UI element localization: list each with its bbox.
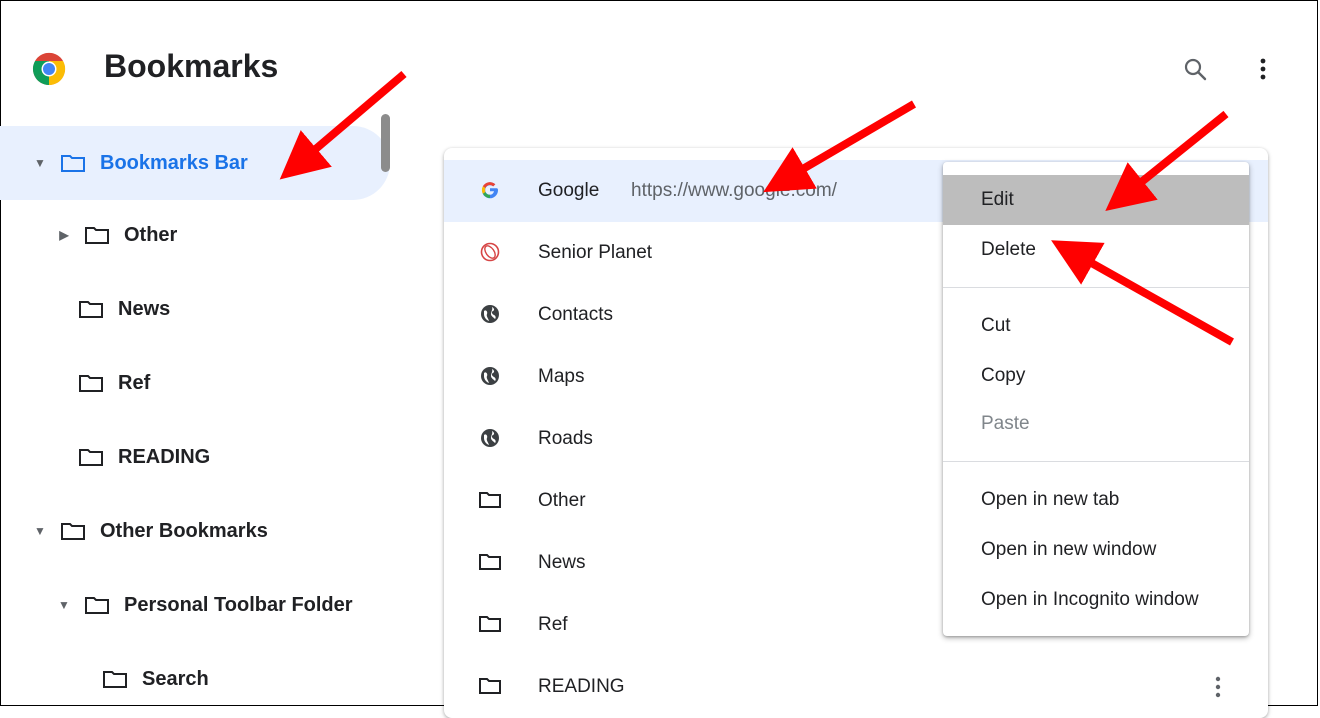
folder-icon xyxy=(79,375,103,392)
globe-icon xyxy=(478,364,502,388)
folder-icon xyxy=(79,301,103,318)
sidebar-item-label: READING xyxy=(118,445,211,468)
folder-icon xyxy=(85,597,109,614)
folder-icon xyxy=(478,488,502,512)
sidebar-item-other[interactable]: ▶ Other xyxy=(0,198,390,272)
sidebar-item-bookmarks-bar[interactable]: ▼ Bookmarks Bar xyxy=(0,126,390,200)
bookmark-name: Other xyxy=(538,490,586,511)
menu-item-open-new-tab[interactable]: Open in new tab xyxy=(943,475,1249,525)
senior-planet-icon xyxy=(478,240,502,264)
menu-item-edit[interactable]: Edit xyxy=(943,175,1249,225)
google-icon xyxy=(478,178,502,202)
sidebar-item-label: News xyxy=(118,297,171,320)
sidebar-item-other-bookmarks[interactable]: ▼ Other Bookmarks xyxy=(0,494,390,568)
bookmark-url: https://www.google.com/ xyxy=(631,180,837,201)
bookmark-name: Maps xyxy=(538,366,585,387)
sidebar-item-personal-toolbar-folder[interactable]: ▼ Personal Toolbar Folder xyxy=(0,568,390,642)
folder-icon xyxy=(478,674,502,698)
list-item[interactable]: READING xyxy=(444,656,1268,718)
folder-icon xyxy=(478,612,502,636)
sidebar-item-search[interactable]: Search xyxy=(0,642,390,716)
bookmark-name: Contacts xyxy=(538,304,613,325)
chrome-logo-icon xyxy=(32,52,66,86)
more-vert-icon[interactable] xyxy=(1252,56,1274,82)
menu-item-cut[interactable]: Cut xyxy=(943,301,1249,351)
row-more-vert-icon[interactable] xyxy=(1206,672,1230,702)
sidebar-item-label: Ref xyxy=(118,371,151,394)
bookmark-name: Roads xyxy=(538,428,593,449)
folder-icon xyxy=(79,449,103,466)
bookmark-name: Senior Planet xyxy=(538,242,653,263)
search-icon[interactable] xyxy=(1182,56,1208,82)
folder-icon xyxy=(61,523,85,540)
menu-item-open-new-window[interactable]: Open in new window xyxy=(943,525,1249,575)
sidebar-item-label: Personal Toolbar Folder xyxy=(124,593,353,616)
caret-right-icon[interactable]: ▶ xyxy=(54,228,74,242)
caret-down-icon[interactable]: ▼ xyxy=(54,598,74,612)
menu-item-delete[interactable]: Delete xyxy=(943,225,1249,275)
sidebar-item-news[interactable]: News xyxy=(0,272,390,346)
bookmark-name: Ref xyxy=(538,614,568,635)
globe-icon xyxy=(478,302,502,326)
menu-item-open-incognito[interactable]: Open in Incognito window xyxy=(943,575,1249,625)
folder-tree: ▼ Bookmarks Bar ▶ Other News Ref READING… xyxy=(0,120,400,708)
context-menu: Edit Delete Cut Copy Paste Open in new t… xyxy=(943,162,1249,636)
caret-down-icon[interactable]: ▼ xyxy=(30,524,50,538)
folder-icon xyxy=(103,671,127,688)
sidebar-item-reading[interactable]: READING xyxy=(0,420,390,494)
app-header: Bookmarks xyxy=(0,0,1320,120)
sidebar-item-ref[interactable]: Ref xyxy=(0,346,390,420)
bookmark-name: News xyxy=(538,552,586,573)
sidebar-item-label: Other Bookmarks xyxy=(100,519,268,542)
sidebar-item-label: Search xyxy=(142,667,209,690)
menu-divider xyxy=(943,287,1249,288)
sidebar-scrollbar[interactable] xyxy=(381,114,390,172)
menu-item-paste: Paste xyxy=(981,413,1030,434)
page-title: Bookmarks xyxy=(104,48,279,84)
bookmark-name: Google xyxy=(538,180,600,201)
menu-divider xyxy=(943,461,1249,462)
menu-item-copy[interactable]: Copy xyxy=(943,351,1249,401)
folder-icon xyxy=(61,155,85,172)
folder-icon xyxy=(85,227,109,244)
caret-down-icon[interactable]: ▼ xyxy=(30,156,50,170)
sidebar-item-label: Other xyxy=(124,223,178,246)
bookmark-name: READING xyxy=(538,676,625,697)
sidebar-item-label: Bookmarks Bar xyxy=(100,151,248,174)
globe-icon xyxy=(478,426,502,450)
folder-icon xyxy=(478,550,502,574)
